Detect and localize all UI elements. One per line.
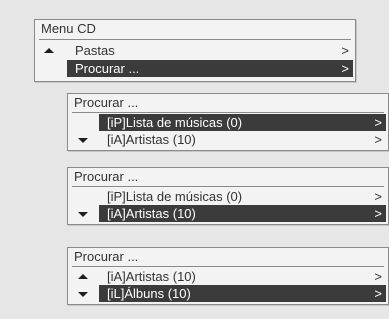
divider (72, 266, 384, 267)
search-item-playlist[interactable]: [iP]Lista de músicas (0) > (99, 114, 386, 131)
search-item-artists[interactable]: [iA]Artistas (10) > (99, 268, 386, 285)
search-item-artists[interactable]: [iA]Artistas (10) > (99, 131, 386, 148)
main-menu-panel: Menu CD Pastas > Procurar ... > (34, 19, 356, 82)
scroll-up-icon[interactable] (78, 274, 88, 279)
main-menu-title: Menu CD (41, 21, 96, 36)
divider (72, 186, 384, 187)
search-item-label: [iA]Artistas (10) (107, 269, 196, 284)
search-title: Procurar ... (74, 169, 139, 184)
search-item-playlist[interactable]: [iP]Lista de músicas (0) > (99, 188, 386, 205)
search-panel-3: Procurar ... [iA]Artistas (10) > [iL]Álb… (67, 247, 389, 305)
search-title: Procurar ... (74, 249, 139, 264)
menu-item-label: Pastas (75, 43, 115, 58)
scroll-down-icon[interactable] (78, 212, 88, 217)
menu-item-label: Procurar ... (75, 61, 140, 76)
search-item-artists[interactable]: [iA]Artistas (10) > (99, 205, 386, 222)
divider (72, 112, 384, 113)
chevron-right-icon: > (341, 43, 349, 58)
search-item-albums[interactable]: [iL]Álbuns (10) > (99, 285, 386, 302)
chevron-right-icon: > (374, 206, 382, 221)
chevron-right-icon: > (374, 189, 382, 204)
divider (39, 39, 351, 40)
chevron-right-icon: > (374, 286, 382, 301)
scroll-up-icon[interactable] (44, 48, 54, 53)
search-title: Procurar ... (74, 95, 139, 110)
scroll-down-icon[interactable] (78, 138, 88, 143)
scroll-down-icon[interactable] (78, 292, 88, 297)
search-item-label: [iA]Artistas (10) (107, 132, 196, 147)
search-item-label: [iP]Lista de músicas (0) (107, 115, 243, 130)
search-panel-1: Procurar ... [iP]Lista de músicas (0) > … (67, 93, 389, 151)
chevron-right-icon: > (341, 61, 349, 76)
search-item-label: [iA]Artistas (10) (107, 206, 196, 221)
search-panel-2: Procurar ... [iP]Lista de músicas (0) > … (67, 167, 389, 225)
menu-item-procurar[interactable]: Procurar ... > (67, 60, 353, 77)
search-item-label: [iL]Álbuns (10) (107, 286, 191, 301)
chevron-right-icon: > (374, 132, 382, 147)
chevron-right-icon: > (374, 269, 382, 284)
menu-item-pastas[interactable]: Pastas > (67, 42, 353, 59)
search-item-label: [iP]Lista de músicas (0) (107, 189, 243, 204)
chevron-right-icon: > (374, 115, 382, 130)
